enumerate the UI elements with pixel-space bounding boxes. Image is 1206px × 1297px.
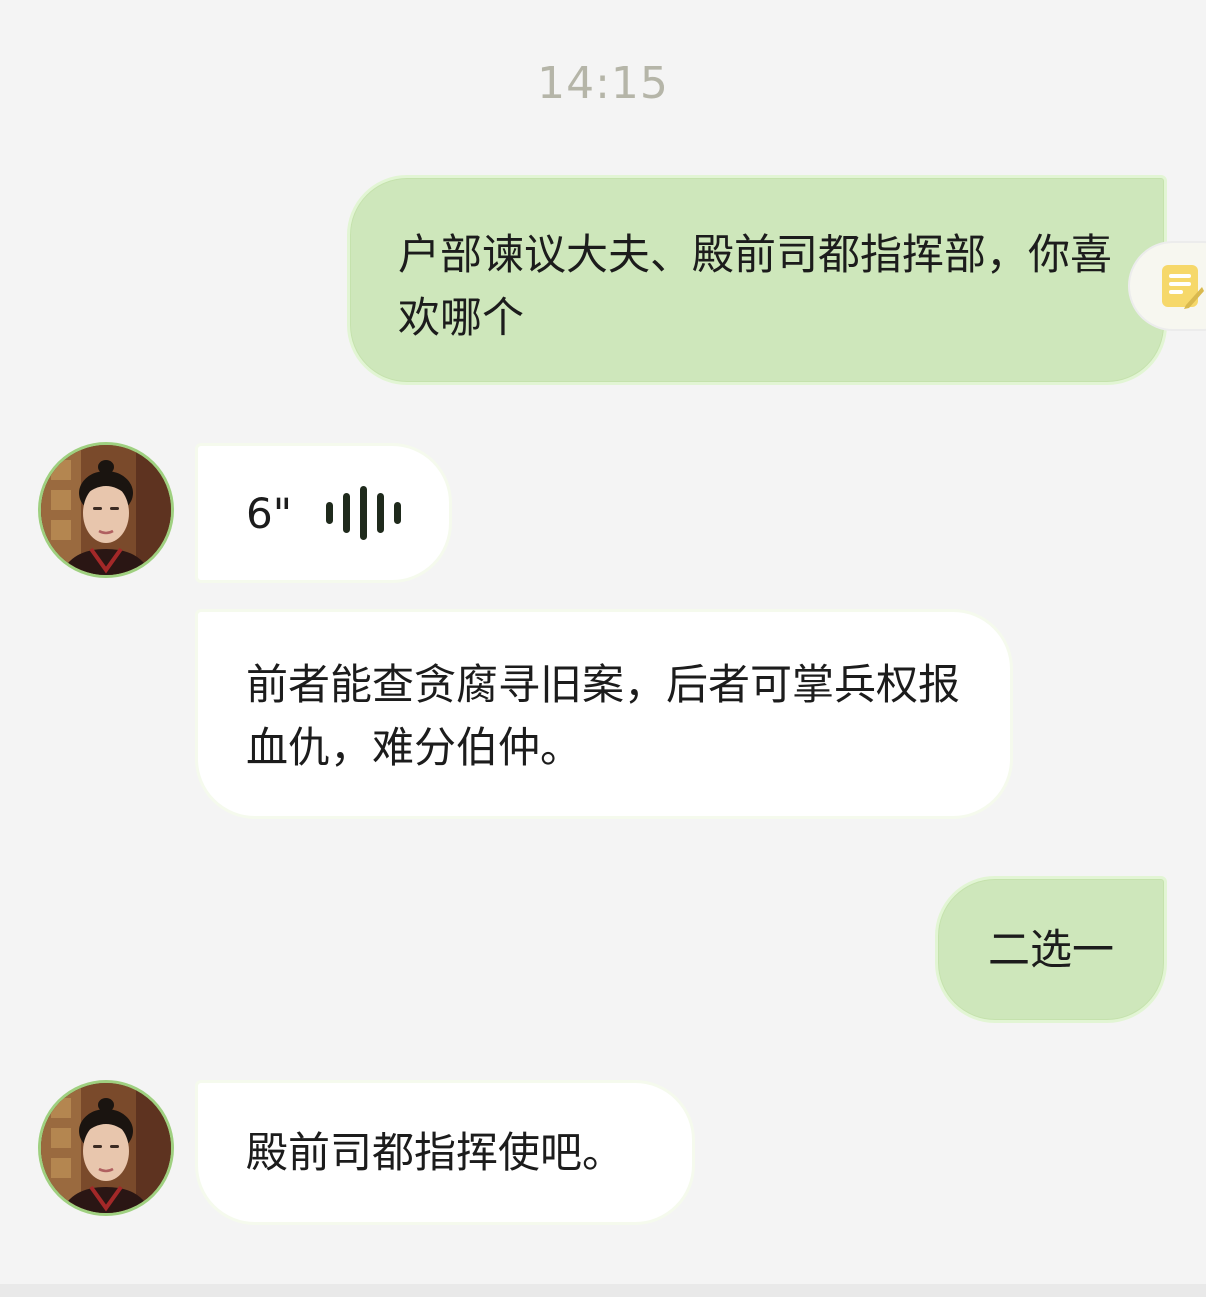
- outgoing-message-bubble[interactable]: 户部谏议大夫、殿前司都指挥部，你喜欢哪个: [347, 175, 1167, 385]
- avatar[interactable]: [38, 1080, 174, 1216]
- chat-timestamp: 14:15: [537, 58, 669, 109]
- character-avatar-image: [41, 445, 171, 575]
- input-area-edge: [0, 1284, 1206, 1297]
- voice-message-bubble[interactable]: 6": [195, 443, 452, 583]
- note-edit-icon: [1162, 265, 1204, 309]
- sound-wave-icon: [326, 486, 402, 540]
- incoming-message-bubble[interactable]: 殿前司都指挥使吧。: [195, 1080, 695, 1225]
- message-text: 前者能查贪腐寻旧案，后者可掌兵权报血仇，难分伯仲。: [246, 660, 961, 772]
- message-text: 殿前司都指挥使吧。: [246, 1128, 625, 1177]
- character-avatar-image: [41, 1083, 171, 1213]
- voice-duration: 6": [246, 488, 293, 538]
- incoming-message-bubble[interactable]: 前者能查贪腐寻旧案，后者可掌兵权报血仇，难分伯仲。: [195, 609, 1013, 819]
- message-text: 户部谏议大夫、殿前司都指挥部，你喜欢哪个: [398, 230, 1113, 342]
- outgoing-message-bubble[interactable]: 二选一: [935, 876, 1167, 1023]
- avatar[interactable]: [38, 442, 174, 578]
- message-text: 二选一: [987, 925, 1114, 974]
